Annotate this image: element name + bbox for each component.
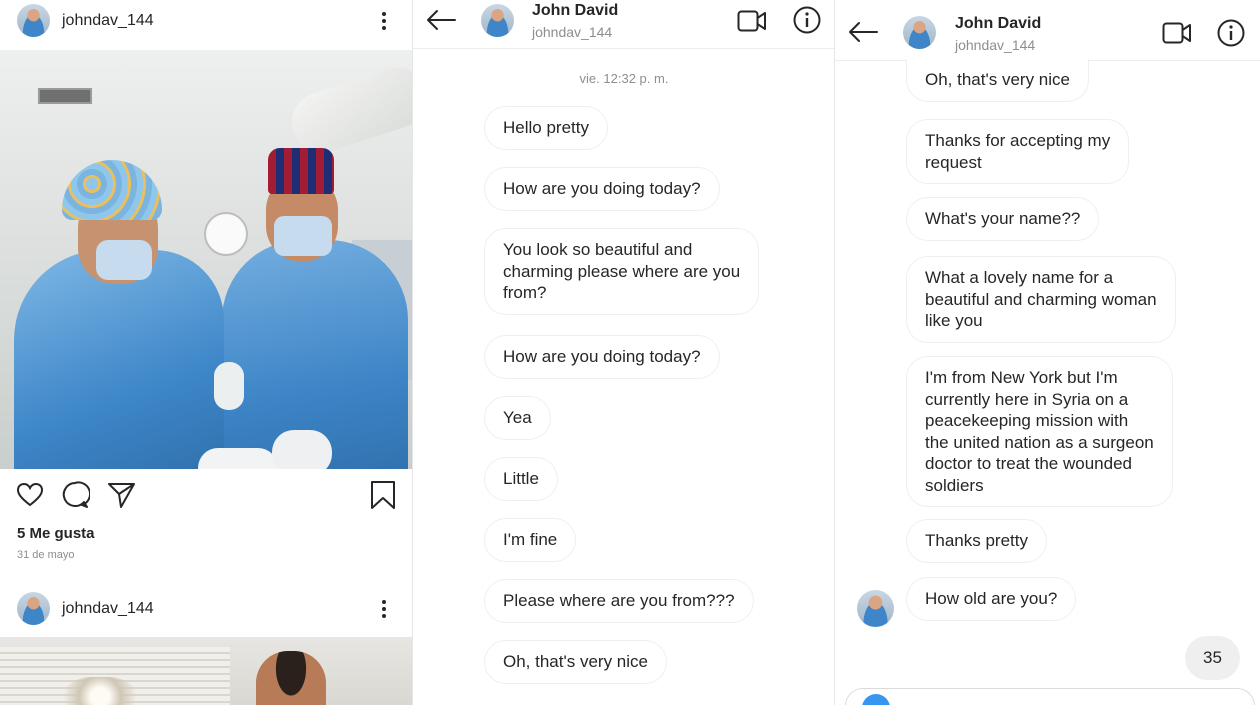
post-username[interactable]: johndav_144 — [62, 12, 154, 30]
post-photo-surgery[interactable] — [0, 50, 412, 469]
post-header: johndav_144 — [0, 590, 412, 630]
glove — [272, 430, 332, 469]
avatar[interactable] — [17, 4, 50, 37]
own-message-bubble[interactable]: 35 — [1185, 636, 1240, 680]
message-bubble[interactable]: Thanks for accepting my request — [906, 119, 1130, 184]
video-call-icon[interactable] — [737, 6, 767, 36]
message-bubble[interactable]: I'm from New York but I'm currently here… — [906, 356, 1173, 507]
message-bubble[interactable]: How old are you? — [906, 577, 1077, 621]
message-bubble[interactable]: You look so beautiful and charming pleas… — [484, 228, 760, 315]
send-icon[interactable] — [106, 480, 136, 510]
direct-message-panel: John David johndav_144 vie. 12:32 p. m. … — [412, 0, 834, 705]
avatar[interactable] — [903, 16, 936, 49]
like-count[interactable]: 5 Me gusta — [17, 525, 95, 542]
instagram-feed-panel: johndav_144 5 Me gusta 31 de mayo johnda… — [0, 0, 412, 705]
contact-username: johndav_144 — [955, 37, 1036, 53]
message-bubble[interactable]: What a lovely name for a beautiful and c… — [906, 256, 1176, 343]
info-icon[interactable] — [792, 5, 822, 35]
post-actions — [0, 480, 412, 514]
video-call-icon[interactable] — [1162, 18, 1192, 48]
back-arrow-icon[interactable] — [847, 20, 879, 44]
contact-name[interactable]: John David — [532, 2, 618, 20]
more-options-icon[interactable] — [376, 598, 392, 620]
more-options-icon[interactable] — [376, 10, 392, 32]
message-bubble[interactable]: Oh, that's very nice — [906, 59, 1089, 102]
chat-header: John David johndav_144 — [835, 0, 1260, 61]
avatar[interactable] — [481, 4, 514, 37]
glove — [198, 448, 278, 469]
message-bubble[interactable]: I'm fine — [484, 518, 577, 562]
contact-name[interactable]: John David — [955, 15, 1041, 33]
message-bubble[interactable]: Little — [484, 457, 558, 501]
wall-clock — [204, 212, 248, 256]
info-icon[interactable] — [1216, 18, 1246, 48]
message-bubble[interactable]: How are you doing today? — [484, 167, 720, 211]
surgical-mask — [274, 216, 332, 256]
surgical-mask — [96, 240, 152, 280]
message-bubble[interactable]: Hello pretty — [484, 106, 608, 150]
avatar[interactable] — [857, 590, 894, 627]
chat-header: John David johndav_144 — [413, 0, 834, 49]
message-bubble[interactable]: What's your name?? — [906, 197, 1100, 241]
striped-surgical-cap — [268, 148, 334, 194]
ceiling-vent — [38, 88, 92, 104]
message-input[interactable] — [845, 688, 1255, 705]
patterned-surgical-cap — [62, 160, 162, 220]
message-bubble[interactable]: Thanks pretty — [906, 519, 1047, 563]
message-bubble[interactable]: Oh, that's very nice — [484, 640, 667, 684]
message-timestamp: vie. 12:32 p. m. — [579, 71, 669, 86]
heart-icon[interactable] — [15, 480, 45, 510]
surgical-lamp — [284, 59, 412, 161]
bookmark-icon[interactable] — [368, 480, 398, 510]
message-bubble[interactable]: How are you doing today? — [484, 335, 720, 379]
back-arrow-icon[interactable] — [425, 8, 457, 32]
message-bubble[interactable]: Please where are you from??? — [484, 579, 754, 623]
comment-icon[interactable] — [60, 480, 90, 510]
post-header: johndav_144 — [0, 2, 412, 42]
glove — [214, 362, 244, 410]
direct-message-panel-continued: John David johndav_144 Oh, that's very n… — [834, 0, 1260, 705]
post-username[interactable]: johndav_144 — [62, 600, 154, 618]
post-date: 31 de mayo — [17, 549, 75, 561]
post-photo-portrait[interactable] — [0, 637, 412, 705]
message-bubble[interactable]: Yea — [484, 396, 551, 440]
avatar[interactable] — [17, 592, 50, 625]
contact-username: johndav_144 — [532, 24, 613, 40]
camera-icon[interactable] — [862, 694, 890, 705]
man-head — [256, 651, 326, 705]
